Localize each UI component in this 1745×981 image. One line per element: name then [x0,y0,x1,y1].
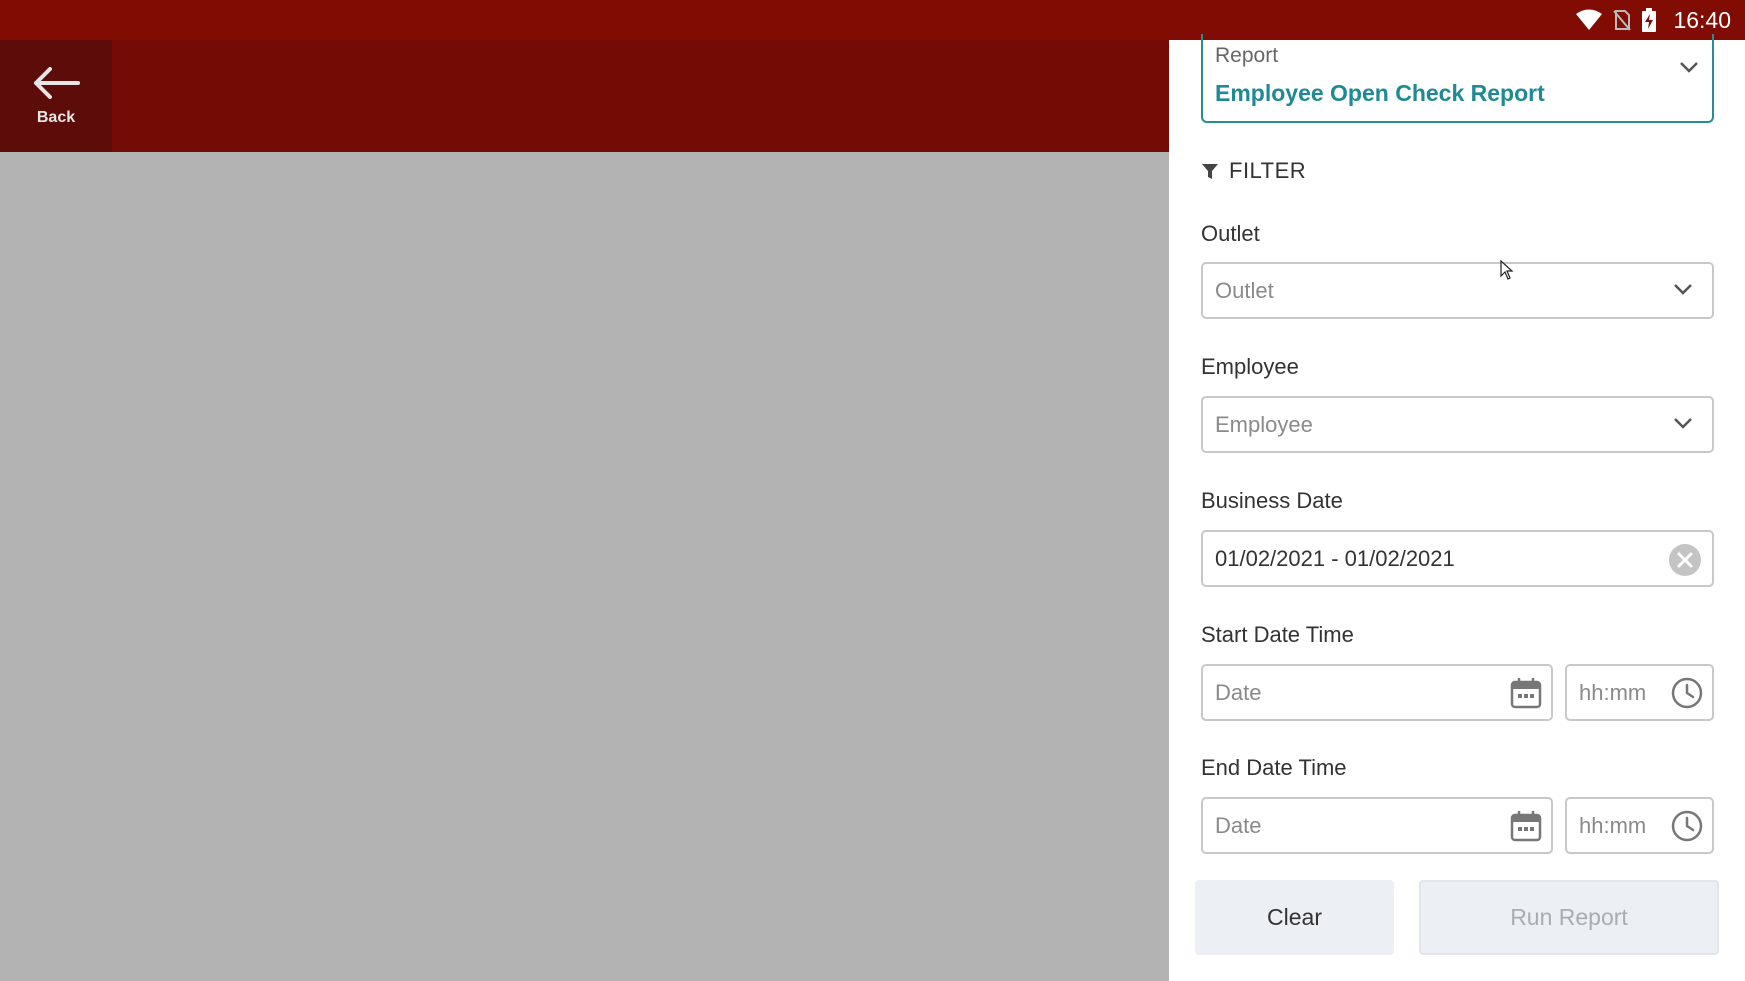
outlet-select[interactable]: Outlet [1201,262,1714,319]
filter-icon [1202,164,1218,179]
chevron-down-icon [1674,284,1692,295]
start-date-input[interactable]: Date [1201,664,1553,721]
report-select[interactable]: Report Employee Open Check Report [1201,34,1714,123]
clock-icon[interactable] [1670,809,1704,843]
start-date-placeholder: Date [1215,679,1262,705]
chevron-down-icon [1680,62,1698,73]
end-time-input[interactable]: hh:mm [1565,797,1714,854]
filter-heading: FILTER [1201,158,1306,184]
employee-label: Employee [1201,354,1299,379]
back-label: Back [36,109,76,126]
report-value: Employee Open Check Report [1215,80,1545,106]
start-time-placeholder: hh:mm [1579,679,1647,705]
start-date-time-label: Start Date Time [1201,622,1354,647]
business-date-value: 01/02/2021 - 01/02/2021 [1215,545,1455,571]
no-sim-icon [1613,10,1632,31]
end-date-time-label: End Date Time [1201,755,1347,780]
outlet-label: Outlet [1201,221,1260,246]
mouse-cursor-icon [1500,260,1514,280]
report-caption: Report [1215,44,1279,67]
end-date-placeholder: Date [1215,812,1262,838]
arrow-left-icon [34,67,80,99]
business-date-label: Business Date [1201,488,1343,513]
end-date-input[interactable]: Date [1201,797,1553,854]
wifi-icon [1576,9,1603,30]
end-time-placeholder: hh:mm [1579,812,1647,838]
app-bar: Back [0,40,1169,152]
battery-charging-icon [1642,8,1657,32]
dim-overlay[interactable] [0,152,1169,981]
calendar-icon[interactable] [1509,809,1543,843]
status-clock: 16:40 [1673,6,1731,33]
chevron-down-icon [1674,418,1692,429]
business-date-field[interactable]: 01/02/2021 - 01/02/2021 [1201,530,1714,587]
employee-placeholder: Employee [1215,411,1313,437]
start-time-input[interactable]: hh:mm [1565,664,1714,721]
clear-circle-icon[interactable] [1668,543,1702,577]
filter-title: FILTER [1229,158,1307,183]
clock-icon[interactable] [1670,676,1704,710]
back-button[interactable]: Back [0,40,112,152]
clear-button[interactable]: Clear [1195,880,1394,955]
run-report-button[interactable]: Run Report [1419,880,1719,955]
outlet-placeholder: Outlet [1215,277,1274,303]
report-filter-panel: Report Employee Open Check Report FILTER… [1169,34,1745,981]
calendar-icon[interactable] [1509,676,1543,710]
employee-select[interactable]: Employee [1201,396,1714,453]
